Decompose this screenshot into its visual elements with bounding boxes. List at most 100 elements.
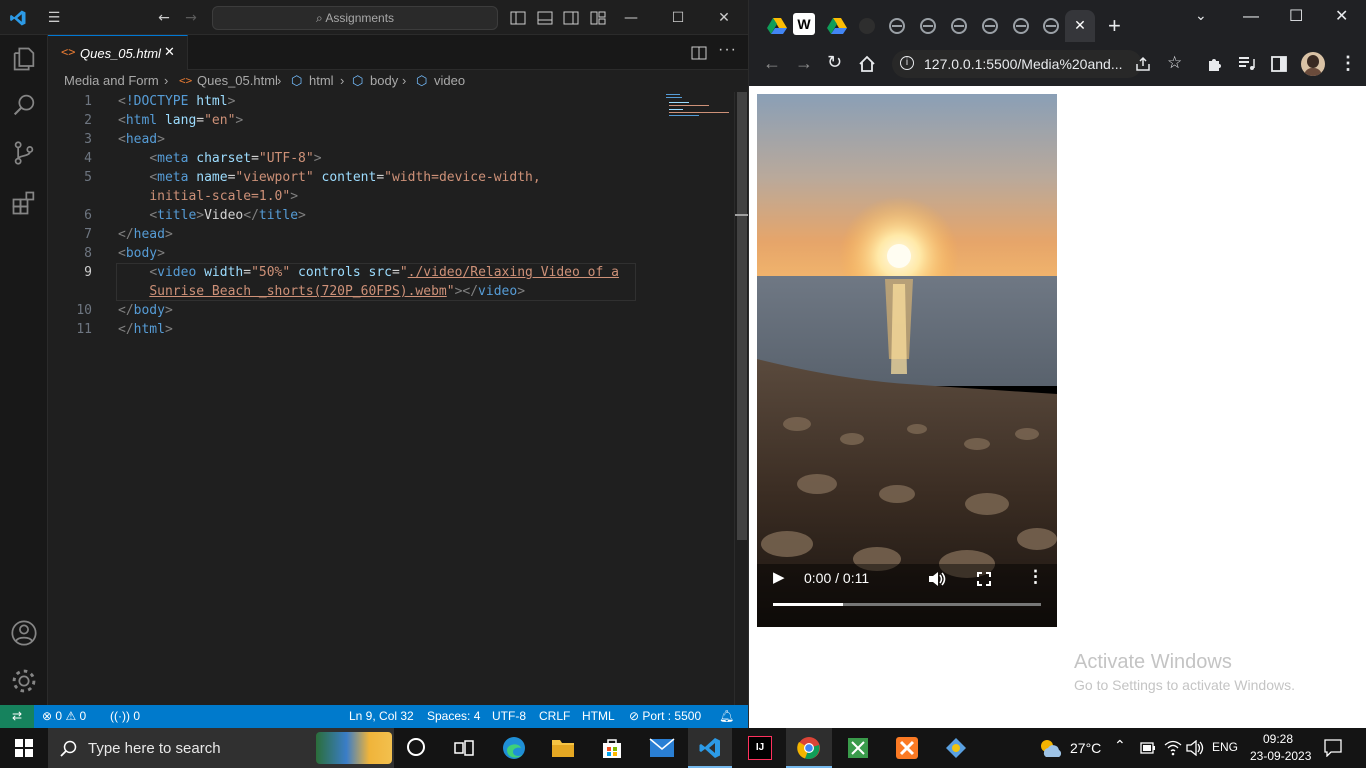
mail-icon[interactable] — [649, 738, 675, 758]
accounts-icon[interactable] — [10, 619, 38, 647]
show-hidden-icons-chevron-icon[interactable]: ⌃ — [1114, 738, 1126, 754]
github-tab-icon[interactable] — [853, 12, 881, 40]
address-bar[interactable]: i 127.0.0.1:5500/Media%20and... — [892, 50, 1142, 78]
side-panel-icon[interactable] — [1271, 56, 1287, 72]
split-editor-icon[interactable] — [691, 45, 707, 61]
code-line[interactable]: </html> — [118, 320, 173, 339]
volume-icon[interactable] — [928, 571, 946, 587]
code-line[interactable]: <html lang="en"> — [118, 111, 243, 130]
xampp-icon[interactable] — [895, 736, 919, 760]
code-line[interactable]: </head> — [118, 225, 173, 244]
tab-ques-05[interactable]: <> Ques_05.html ✕ — [48, 35, 188, 70]
active-tab-close-icon[interactable]: ✕ — [1065, 10, 1095, 42]
forward-arrow-icon[interactable]: → — [182, 9, 200, 27]
battery-icon[interactable] — [1140, 742, 1156, 754]
windows-start-icon[interactable] — [15, 739, 33, 757]
vertical-scrollbar[interactable] — [734, 92, 749, 705]
globe-tab-icon[interactable] — [883, 12, 911, 40]
breadcrumb-folder[interactable]: Media and Form — [64, 70, 159, 92]
notifications-bell-icon[interactable]: 🔔︎ — [719, 705, 734, 728]
weather-temp[interactable]: 27°C — [1070, 740, 1101, 756]
window-minimize-icon[interactable]: — — [1243, 8, 1259, 26]
breadcrumb-html[interactable]: html — [309, 70, 334, 92]
code-line[interactable]: <head> — [118, 130, 165, 149]
intellij-icon[interactable]: IJ — [748, 736, 772, 760]
more-actions-icon[interactable]: ··· — [718, 41, 737, 59]
menu-icon[interactable]: ☰ — [45, 9, 63, 27]
wifi-icon[interactable] — [1164, 740, 1182, 756]
remote-indicator-icon[interactable]: ⇄ — [0, 705, 34, 728]
chrome-menu-icon[interactable]: ⋮ — [1339, 53, 1357, 73]
tab-close-icon[interactable]: ✕ — [164, 45, 175, 60]
maximize-icon[interactable]: ☐ — [669, 9, 687, 27]
edge-browser-icon[interactable] — [502, 736, 526, 760]
media-control-icon[interactable] — [1238, 56, 1256, 72]
window-maximize-icon[interactable]: ☐ — [1289, 6, 1303, 25]
code-editor[interactable]: 1 2 3 4 5 6 7 8 9 10 11 <!DOCTYPE html> <html lang=… — [48, 92, 749, 705]
reload-icon[interactable]: ↻ — [827, 52, 842, 73]
clock-date[interactable]: 23-09-2023 — [1250, 749, 1311, 763]
share-icon[interactable] — [1135, 56, 1151, 72]
cursor-position[interactable]: Ln 9, Col 32 — [349, 705, 414, 728]
globe-tab-icon[interactable] — [914, 12, 942, 40]
video-player[interactable]: ▶ 0:00 / 0:11 ⋮ — [757, 94, 1057, 627]
end-of-line[interactable]: CRLF — [539, 705, 570, 728]
source-control-icon[interactable] — [10, 139, 38, 167]
input-language[interactable]: ENG — [1212, 740, 1238, 754]
extensions-puzzle-icon[interactable] — [1206, 55, 1224, 73]
google-drive-tab-icon-2[interactable] — [823, 12, 851, 40]
speaker-icon[interactable] — [1186, 740, 1204, 756]
code-line[interactable]: initial-scale=1.0"> — [118, 187, 298, 206]
indentation[interactable]: Spaces: 4 — [427, 705, 480, 728]
back-arrow-icon[interactable]: ← — [155, 9, 173, 27]
back-icon[interactable]: ← — [763, 53, 781, 74]
globe-tab-icon[interactable] — [1037, 12, 1065, 40]
globe-tab-icon[interactable] — [1007, 12, 1035, 40]
code-line[interactable]: <meta name="viewport" content="width=dev… — [118, 168, 540, 187]
more-options-icon[interactable]: ⋮ — [1027, 567, 1044, 587]
extensions-icon[interactable] — [10, 189, 38, 217]
weather-icon[interactable] — [1038, 737, 1064, 759]
google-drive-tab-icon[interactable] — [763, 12, 791, 40]
code-line[interactable]: <title>Video</title> — [118, 206, 306, 225]
wikipedia-tab-icon[interactable]: W — [793, 13, 815, 35]
home-icon[interactable] — [858, 55, 876, 73]
manage-gear-icon[interactable] — [10, 667, 38, 695]
window-close-icon[interactable]: ✕ — [1335, 6, 1348, 25]
code-line[interactable]: <!DOCTYPE html> — [118, 92, 235, 111]
code-line[interactable]: </body> — [118, 301, 173, 320]
tab-search-chevron-icon[interactable]: ⌄ — [1195, 8, 1207, 24]
command-center[interactable]: ⌕ Assignments — [212, 6, 498, 30]
game-app-icon[interactable] — [944, 736, 968, 760]
explorer-icon[interactable] — [10, 45, 38, 73]
close-icon[interactable]: ✕ — [715, 9, 733, 27]
taskbar-search-box[interactable]: Type here to search — [48, 728, 394, 768]
fullscreen-icon[interactable] — [977, 572, 991, 586]
snipping-tool-icon[interactable] — [846, 736, 870, 760]
toggle-panel-icon[interactable] — [537, 10, 553, 26]
code-line[interactable]: Sunrise Beach _shorts(720P_60FPS).webm">… — [118, 282, 525, 301]
notifications-icon[interactable] — [1324, 739, 1342, 757]
customize-layout-icon[interactable] — [590, 10, 606, 26]
task-view-icon[interactable] — [454, 739, 474, 757]
bookmark-star-icon[interactable]: ☆ — [1167, 53, 1182, 73]
chrome-taskbar-button[interactable] — [786, 728, 832, 768]
toggle-sidebar-icon[interactable] — [510, 10, 526, 26]
forward-icon[interactable]: → — [795, 53, 813, 74]
problems-indicator[interactable]: ⊗ 0 ⚠ 0 — [42, 705, 86, 728]
code-line[interactable]: <meta charset="UTF-8"> — [118, 149, 321, 168]
play-icon[interactable]: ▶ — [773, 568, 785, 586]
encoding[interactable]: UTF-8 — [492, 705, 526, 728]
toggle-secondary-sidebar-icon[interactable] — [563, 10, 579, 26]
url-text[interactable]: 127.0.0.1:5500/Media%20and... — [924, 56, 1123, 72]
ports-indicator[interactable]: ((·)) 0 — [110, 705, 140, 728]
breadcrumb-file[interactable]: Ques_05.html — [197, 70, 278, 92]
live-server-port[interactable]: ⊘ Port : 5500 — [629, 705, 701, 728]
minimap[interactable] — [666, 92, 734, 122]
clock-time[interactable]: 09:28 — [1263, 732, 1293, 746]
code-line[interactable]: <video width="50%" controls src="./video… — [118, 263, 619, 282]
site-info-icon[interactable]: i — [900, 56, 914, 70]
file-explorer-icon[interactable] — [551, 737, 575, 759]
minimize-icon[interactable]: — — [622, 9, 640, 27]
search-icon[interactable] — [10, 91, 38, 119]
